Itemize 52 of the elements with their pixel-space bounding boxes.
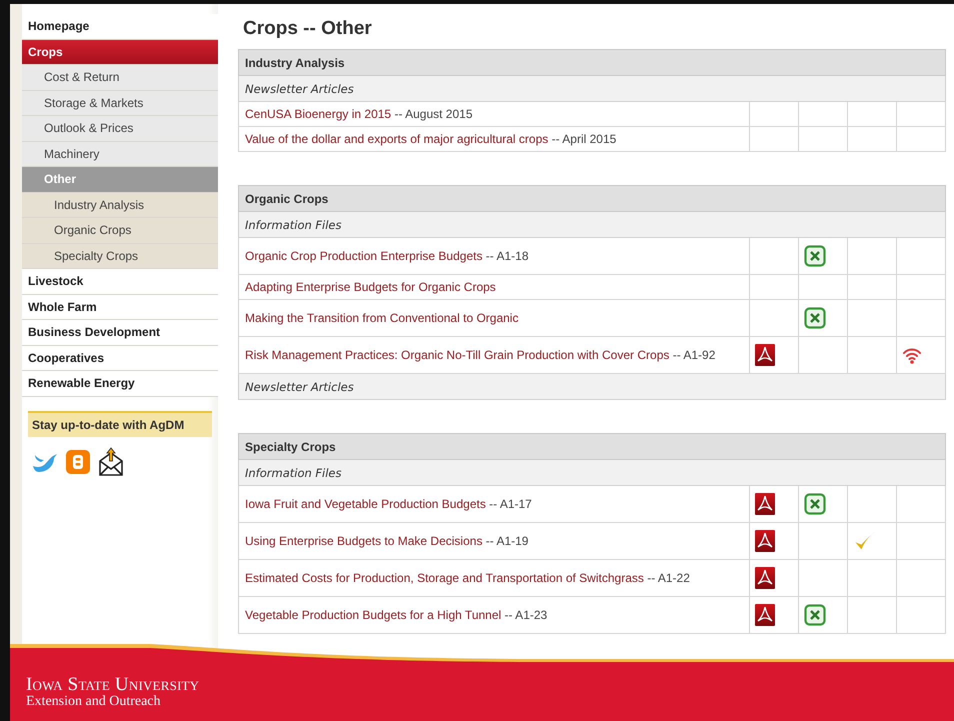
page-title: Crops -- Other (243, 18, 373, 40)
file-link[interactable]: CenUSA Bioenergy in 2015 (245, 107, 392, 121)
pdf-icon[interactable] (755, 567, 775, 589)
file-link[interactable]: Risk Management Practices: Organic No-Till Grain Production with Cover Crops (245, 348, 670, 362)
nav-item[interactable]: Whole Farm (22, 294, 218, 320)
file-link[interactable]: Vegetable Production Budgets for a High Tunnel (245, 608, 502, 622)
group-header: Newsletter Articles (238, 374, 946, 400)
file-entry: Iowa Fruit and Vegetable Production Budgets -- A1-17 (245, 497, 532, 511)
nav-item[interactable]: Storage & Markets (22, 90, 218, 116)
pdf-icon[interactable] (755, 344, 775, 366)
file-entry: Risk Management Practices: Organic No-Till Grain Production with Cover Crops -- A1-92 (245, 348, 716, 362)
section-header: Industry Analysis (238, 50, 946, 76)
section-header: Specialty Crops (238, 434, 946, 460)
file-link[interactable]: Estimated Costs for Production, Storage and Transportation of Switchgrass (245, 571, 644, 585)
section-header: Organic Crops (238, 186, 946, 212)
file-entry: Organic Crop Production Enterprise Budgets -- A1-18 (245, 249, 528, 263)
nav-item[interactable]: Specialty Crops (22, 244, 218, 269)
blog-icon[interactable] (66, 450, 90, 474)
group-header: Newsletter Articles (238, 76, 946, 102)
nav-item[interactable]: Machinery (22, 142, 218, 167)
file-link[interactable]: Organic Crop Production Enterprise Budgets (245, 249, 482, 263)
university-name: Iowa State University (26, 675, 200, 694)
nav-item[interactable]: Cooperatives (22, 346, 218, 371)
file-link[interactable]: Value of the dollar and exports of major agricultural crops (245, 132, 548, 146)
pdf-icon[interactable] (755, 530, 775, 552)
spreadsheet-icon[interactable] (804, 245, 826, 267)
pdf-icon[interactable] (755, 604, 775, 626)
mail-icon[interactable] (98, 446, 124, 476)
nav-item[interactable]: Organic Crops (22, 218, 218, 244)
nav-item[interactable]: Homepage (22, 14, 218, 40)
pdf-icon[interactable] (755, 493, 775, 515)
file-entry: Using Enterprise Budgets to Make Decisions -- A1-19 (245, 534, 528, 548)
unit-name: Extension and Outreach (26, 694, 162, 710)
nav-item[interactable]: Renewable Energy (22, 371, 218, 396)
nav-item[interactable]: Cost & Return (22, 65, 218, 90)
group-header: Information Files (238, 460, 946, 486)
nav-item[interactable]: Outlook & Prices (22, 116, 218, 142)
nav-item[interactable]: Industry Analysis (22, 192, 218, 218)
spreadsheet-icon[interactable] (804, 493, 826, 515)
spreadsheet-icon[interactable] (804, 307, 826, 329)
nav-item[interactable]: Crops (22, 40, 218, 65)
promo-banner: Stay up-to-date with AgDM (28, 410, 212, 436)
file-entry: Estimated Costs for Production, Storage and Transportation of Switchgrass -- A1-22 (245, 571, 690, 585)
file-link[interactable]: Using Enterprise Budgets to Make Decisions (245, 534, 482, 548)
spreadsheet-icon[interactable] (804, 604, 826, 626)
file-entry: Value of the dollar and exports of major agricultural crops -- April 2015 (245, 132, 616, 146)
file-entry: CenUSA Bioenergy in 2015 -- August 2015 (245, 107, 472, 121)
file-entry: Vegetable Production Budgets for a High Tunnel -- A1-23 (245, 608, 548, 622)
file-link[interactable]: Iowa Fruit and Vegetable Production Budgets (245, 497, 486, 511)
nav-item[interactable]: Livestock (22, 269, 218, 294)
nav-item[interactable]: Business Development (22, 320, 218, 346)
group-header: Information Files (238, 212, 946, 238)
